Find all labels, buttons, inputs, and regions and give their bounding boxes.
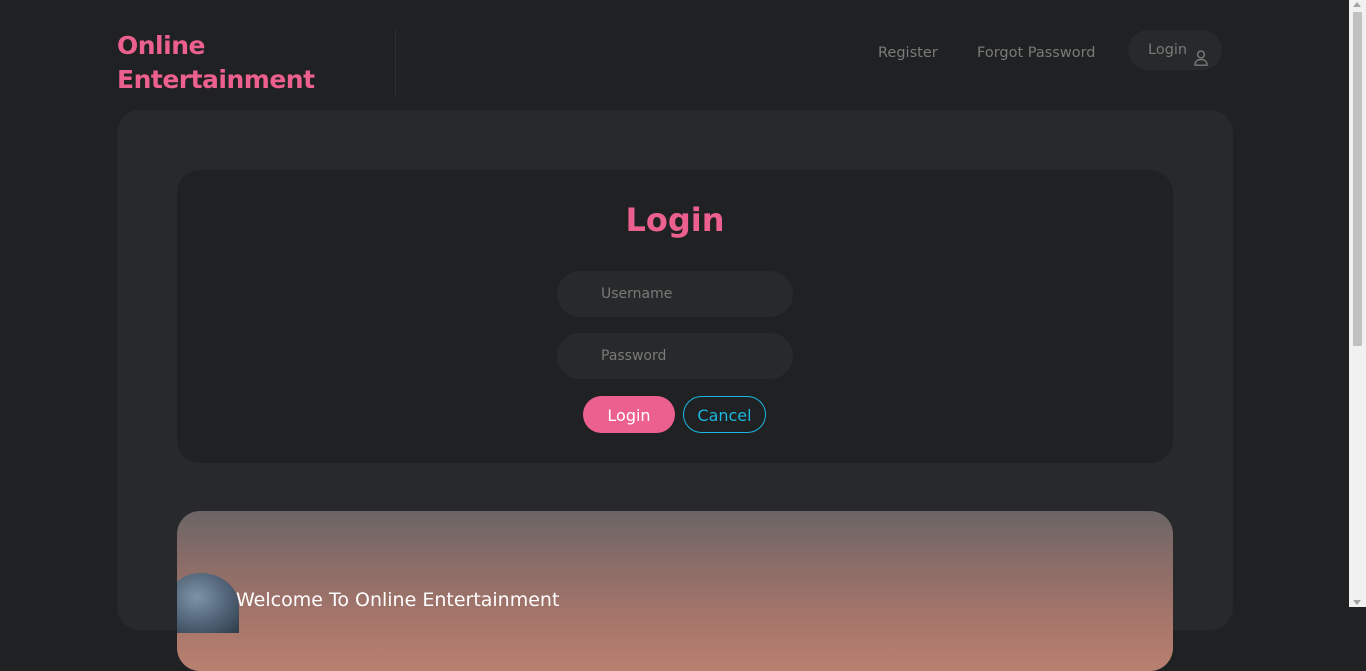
- site-logo[interactable]: Online Entertainment: [117, 29, 387, 97]
- cancel-button[interactable]: Cancel: [683, 396, 766, 433]
- banner-image: [177, 573, 239, 633]
- nav-register-link[interactable]: Register: [878, 43, 938, 63]
- header-divider: [395, 30, 396, 96]
- login-card: Login Login Cancel: [177, 170, 1173, 463]
- banner-heading: Welcome To Online Entertainment: [236, 589, 560, 611]
- logo-line-2: Entertainment: [117, 65, 315, 94]
- scroll-thumb[interactable]: [1353, 12, 1362, 346]
- welcome-banner: Welcome To Online Entertainment: [177, 511, 1173, 671]
- logo-line-1: Online: [117, 31, 205, 60]
- password-input[interactable]: [557, 333, 793, 379]
- login-submit-button[interactable]: Login: [583, 396, 675, 433]
- login-title: Login: [625, 201, 725, 239]
- nav-login-label: Login: [1148, 42, 1188, 58]
- username-input[interactable]: [557, 271, 793, 317]
- nav-login-button[interactable]: Login: [1128, 30, 1222, 70]
- vertical-scrollbar[interactable]: [1349, 0, 1366, 607]
- scroll-up-icon[interactable]: [1353, 2, 1361, 7]
- scroll-down-icon[interactable]: [1353, 600, 1361, 605]
- nav-forgot-password-link[interactable]: Forgot Password: [977, 43, 1096, 63]
- user-icon: [1194, 42, 1208, 66]
- page-content-panel: Login Login Cancel Welcome To Online Ent…: [117, 110, 1233, 671]
